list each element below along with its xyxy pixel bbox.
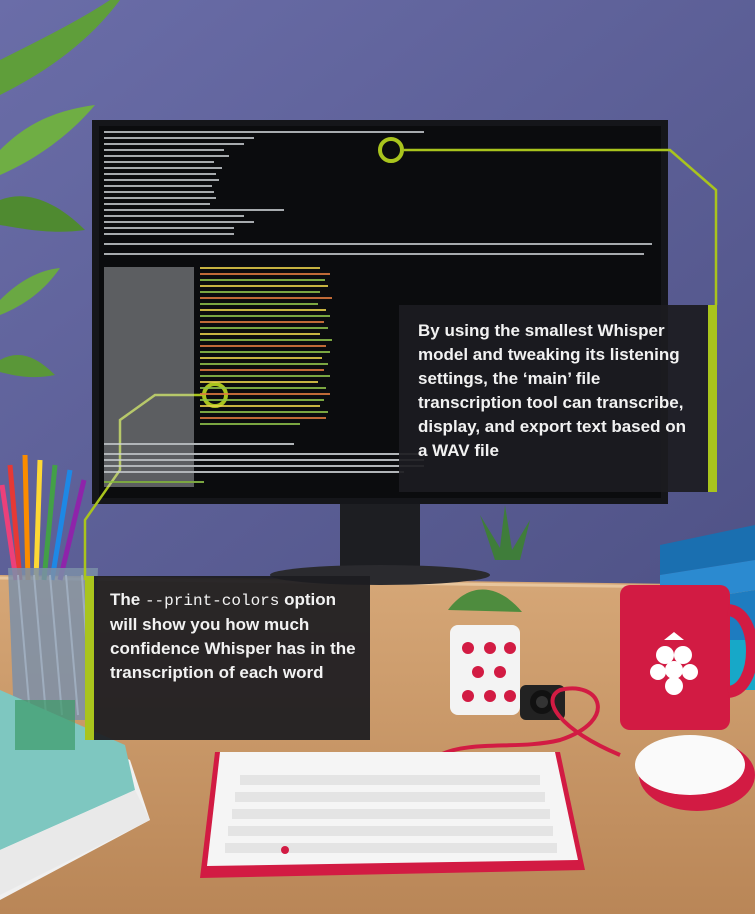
callout-whisper-model: By using the smallest Whisper model and … xyxy=(399,305,717,492)
callout-accent-bar xyxy=(85,576,94,740)
callout-accent-bar xyxy=(708,305,717,492)
callout-print-colors-intro: The xyxy=(110,590,145,609)
callout-whisper-model-text: By using the smallest Whisper model and … xyxy=(418,321,686,460)
callout-print-colors: The --print-colors option will show you … xyxy=(85,576,370,740)
keyboard xyxy=(200,752,585,878)
print-colors-flag: --print-colors xyxy=(144,592,280,610)
